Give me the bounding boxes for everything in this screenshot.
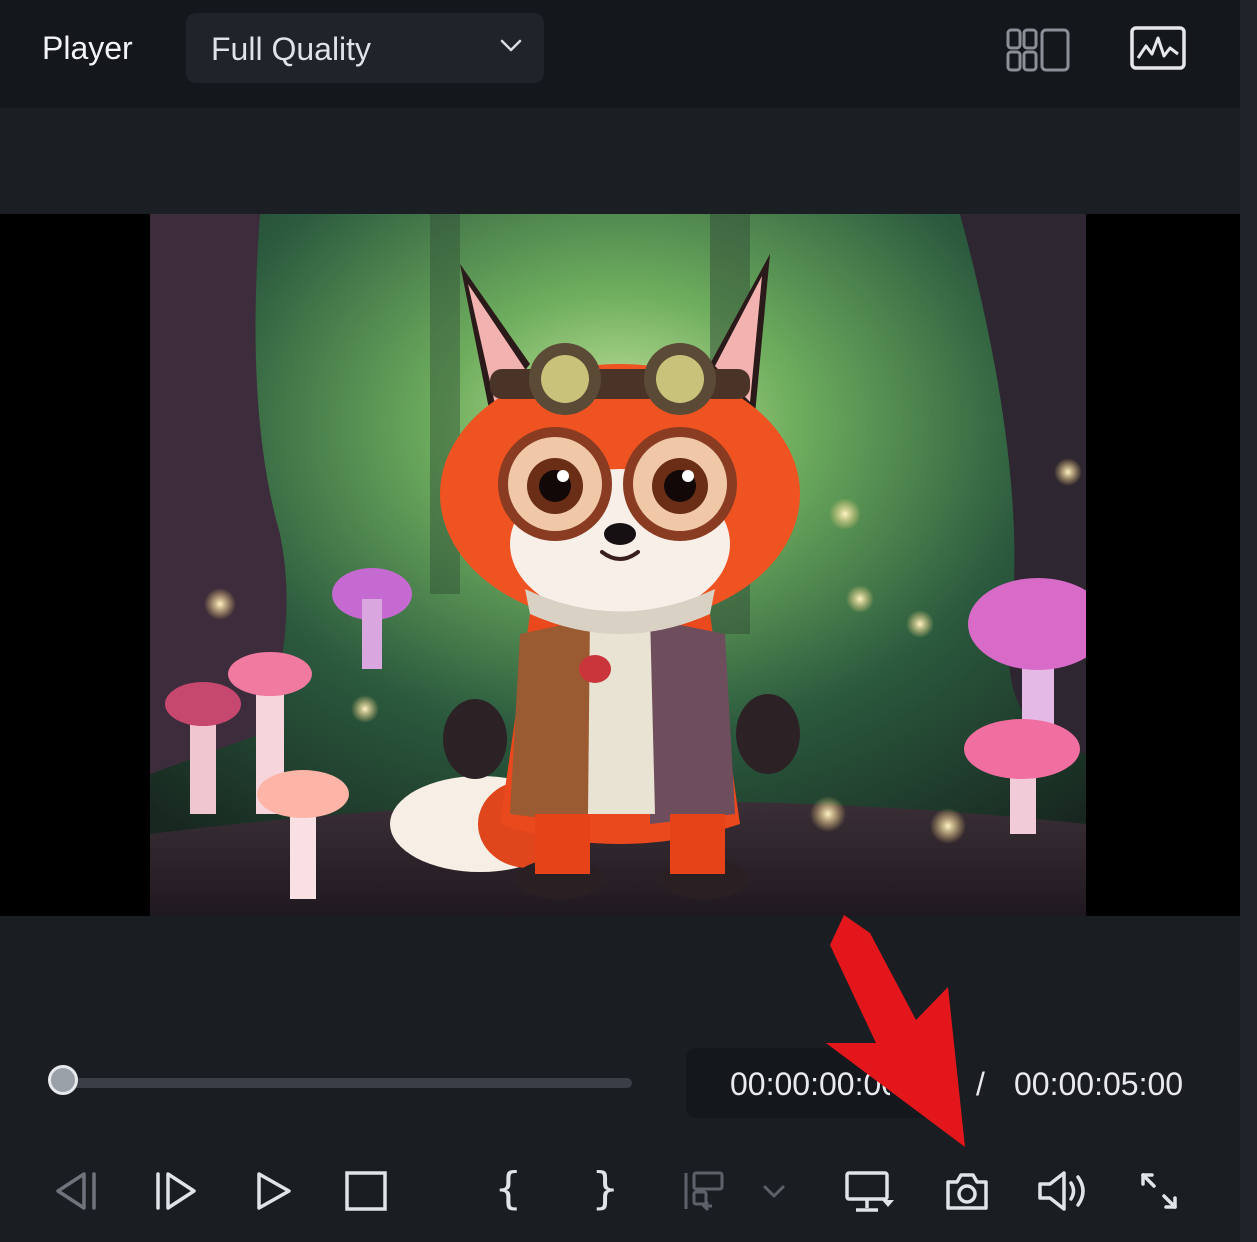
play-icon[interactable]	[254, 1170, 294, 1212]
previous-frame-icon[interactable]	[54, 1170, 100, 1212]
video-frame	[150, 214, 1086, 916]
chevron-down-icon	[500, 39, 522, 52]
fullscreen-icon[interactable]	[1138, 1170, 1180, 1212]
quality-dropdown[interactable]: Full Quality	[186, 13, 544, 83]
total-time: 00:00:05:00	[1014, 1066, 1184, 1102]
viewer-top-band	[0, 108, 1240, 214]
annotation-arrow	[826, 915, 965, 1147]
insert-clip-icon[interactable]	[682, 1170, 726, 1212]
snapshot-camera-icon[interactable]	[944, 1170, 990, 1212]
time-separator: /	[976, 1066, 985, 1102]
next-frame-icon[interactable]	[152, 1170, 198, 1212]
chevron-down-icon[interactable]	[762, 1184, 786, 1200]
display-settings-icon[interactable]	[844, 1170, 896, 1214]
playback-slider-handle[interactable]	[48, 1065, 78, 1095]
mark-in-button[interactable]: {	[495, 1163, 522, 1214]
grid-layout-icon[interactable]	[1006, 28, 1070, 72]
player-header: Player Full Quality	[0, 0, 1240, 108]
video-viewer[interactable]	[0, 214, 1240, 916]
quality-selected-value: Full Quality	[211, 31, 372, 67]
mark-out-button[interactable]: }	[592, 1163, 619, 1214]
video-frame-image	[150, 214, 1086, 916]
volume-icon[interactable]	[1036, 1170, 1092, 1212]
player-title: Player	[42, 30, 133, 66]
waveform-image-icon[interactable]	[1130, 26, 1186, 70]
playback-slider-track[interactable]	[66, 1078, 632, 1088]
stop-icon[interactable]	[344, 1170, 388, 1212]
panel-edge	[1240, 0, 1257, 1242]
